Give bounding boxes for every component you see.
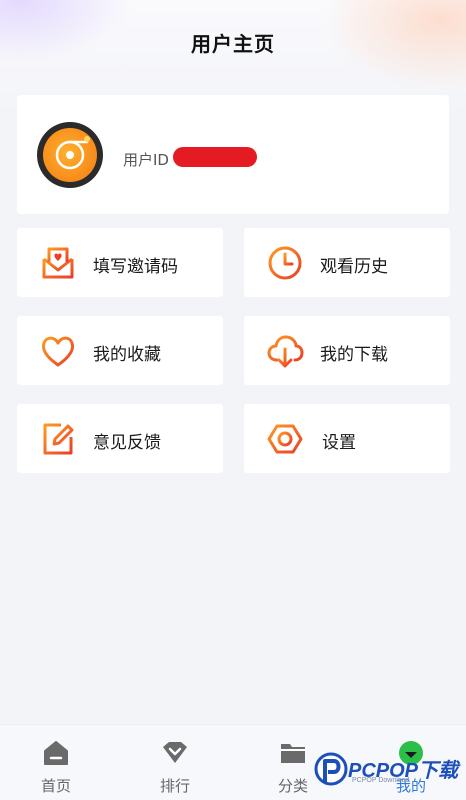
clock-icon [268, 246, 302, 280]
menu-label: 观看历史 [320, 257, 388, 277]
my-downloads-button[interactable]: 我的下载 [244, 316, 450, 385]
menu-label: 填写邀请码 [93, 257, 178, 277]
heart-icon [41, 336, 75, 367]
ranking-icon [163, 742, 187, 763]
pcpop-logo-icon [314, 752, 348, 786]
invite-code-button[interactable]: 填写邀请码 [17, 228, 223, 297]
profile-card[interactable]: 用户ID [17, 95, 449, 214]
home-icon [44, 741, 68, 765]
folder-icon [281, 744, 305, 763]
edit-feedback-icon [43, 423, 74, 455]
watch-history-button[interactable]: 观看历史 [244, 228, 450, 297]
page-header: 用户主页 [0, 22, 466, 62]
avatar[interactable] [37, 122, 103, 188]
tab-label: 排行 [159, 777, 190, 795]
settings-button[interactable]: 设置 [244, 404, 450, 473]
menu-label: 我的下载 [320, 345, 388, 365]
cloud-download-icon [267, 335, 304, 368]
feedback-button[interactable]: 意见反馈 [17, 404, 223, 473]
user-id-label: 用户ID [123, 151, 169, 169]
page-title: 用户主页 [191, 31, 275, 56]
pcpop-watermark: PCPOP下载 PCPOP Download [314, 748, 464, 792]
redaction-mark [173, 147, 257, 167]
tab-home[interactable]: 首页 [26, 737, 86, 797]
menu-label: 我的收藏 [93, 345, 161, 365]
hexagon-settings-icon [267, 424, 303, 454]
watermark-sub: PCPOP Download [352, 777, 410, 784]
envelope-heart-icon [42, 247, 74, 279]
menu-label: 设置 [322, 433, 356, 453]
my-favorites-button[interactable]: 我的收藏 [17, 316, 223, 385]
menu-label: 意见反馈 [93, 433, 161, 453]
tab-ranking[interactable]: 排行 [145, 737, 205, 797]
tab-label: 首页 [40, 777, 71, 795]
